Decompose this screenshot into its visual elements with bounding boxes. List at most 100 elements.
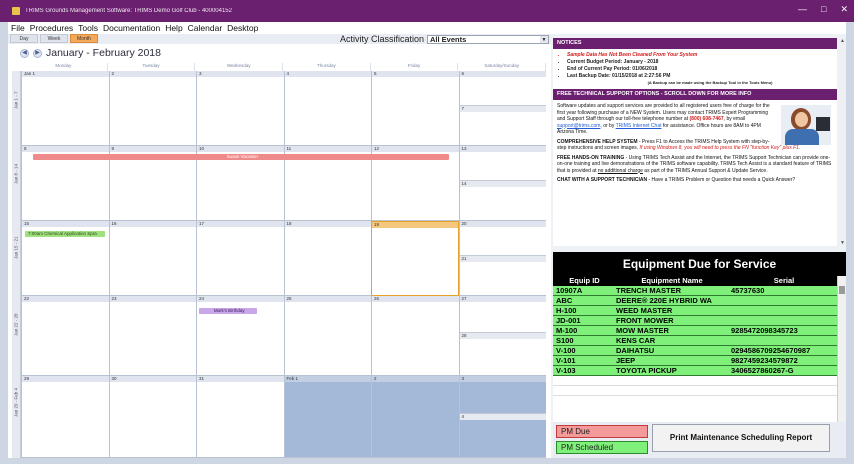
calendar-day[interactable]: 5 xyxy=(371,71,459,146)
calendar-day-sunday[interactable]: 21 xyxy=(459,255,546,296)
internet-chat-link[interactable]: TRIMS Internet Chat xyxy=(616,123,662,129)
calendar-day-sunday[interactable]: 14 xyxy=(459,180,546,221)
column-header[interactable]: Equipment Name xyxy=(613,276,728,286)
equip-name-cell: MOW MASTER xyxy=(616,326,669,335)
menu-help[interactable]: Help xyxy=(165,23,182,33)
maximize-button[interactable]: □ xyxy=(821,4,826,15)
support-email-link[interactable]: support@trims.com xyxy=(557,123,600,129)
equip-name-cell: TOYOTA PICKUP xyxy=(616,366,677,375)
calendar-day[interactable]: 18 xyxy=(283,221,371,296)
calendar-day[interactable]: 3 xyxy=(196,71,284,146)
menu-bar: File Procedures Tools Documentation Help… xyxy=(8,22,846,34)
equipment-title: Equipment Due for Service xyxy=(553,252,846,276)
calendar-day[interactable]: 31 xyxy=(196,376,284,458)
tab-month[interactable]: Month xyxy=(70,34,98,43)
menu-tools[interactable]: Tools xyxy=(78,23,98,33)
event-marks-birthday[interactable]: Mark's Birthday xyxy=(199,308,257,314)
tab-day[interactable]: Day xyxy=(10,34,38,43)
menu-desktop[interactable]: Desktop xyxy=(227,23,258,33)
activity-select[interactable]: All Events ▼ xyxy=(427,34,549,44)
menu-file[interactable]: File xyxy=(11,23,25,33)
next-month-button[interactable]: ▶ xyxy=(33,48,42,58)
support-paragraph: Software updates and support services ar… xyxy=(553,103,837,145)
calendar-day[interactable]: 22 xyxy=(21,296,109,376)
support-text: , by email xyxy=(723,116,746,122)
day-number: 26 xyxy=(372,296,459,302)
equip-name-cell: DEERE® 220E HYBRID WA xyxy=(616,296,712,305)
no-charge-link[interactable]: no additional charge xyxy=(598,168,643,174)
table-row[interactable]: ABC DEERE® 220E HYBRID WA xyxy=(553,296,837,306)
pm-due-legend: PM Due xyxy=(556,425,648,438)
weekday-label: Tuesday xyxy=(108,63,196,71)
day-number: 14 xyxy=(459,181,546,187)
calendar-day-sunday[interactable]: 4 xyxy=(459,413,546,458)
calendar-day[interactable]: 27 28 xyxy=(458,296,546,376)
day-number: 31 xyxy=(197,376,284,382)
calendar-day[interactable]: 30 xyxy=(108,376,196,458)
equipment-scrollbar[interactable] xyxy=(837,276,846,422)
calendar-day[interactable]: Jan 1 xyxy=(21,71,109,146)
table-row[interactable]: 10907A TRENCH MASTER 45737630 xyxy=(553,286,837,296)
event-susan-vacation[interactable]: Susan Vacation xyxy=(33,154,449,160)
column-header[interactable]: Equip ID xyxy=(553,276,613,286)
serial-cell: 0294586709254670987 xyxy=(731,346,811,355)
support-header: FREE TECHNICAL SUPPORT OPTIONS - SCROLL … xyxy=(553,89,837,100)
table-row[interactable]: JD-001 FRONT MOWER xyxy=(553,316,837,326)
calendar-day[interactable]: 16 xyxy=(108,221,196,296)
table-row[interactable]: S100 KENS CAR xyxy=(553,336,837,346)
help-title: COMPREHENSIVE HELP SYSTEM xyxy=(557,138,638,145)
day-number: 24 xyxy=(197,296,284,302)
calendar-week: Jan 29 - Feb 4 29 30 31 Feb 1234 xyxy=(12,376,546,458)
print-report-button[interactable]: Print Maintenance Scheduling Report xyxy=(652,424,830,452)
day-number: 10 xyxy=(197,146,284,152)
calendar-day[interactable]: Feb 1 xyxy=(283,376,371,458)
day-number: 5 xyxy=(372,71,459,77)
scroll-up-icon[interactable]: ▲ xyxy=(839,38,846,44)
table-row[interactable]: V-101 JEEP 982745923457987​2 xyxy=(553,356,837,366)
calendar-day[interactable]: 19 xyxy=(371,221,459,296)
calendar-day[interactable]: 20 21 xyxy=(458,221,546,296)
calendar-day[interactable]: 4 xyxy=(283,71,371,146)
empty-row xyxy=(553,376,837,386)
day-number: 3 xyxy=(197,71,284,77)
calendar-day[interactable]: 2 xyxy=(371,376,459,458)
calendar-day[interactable]: 34 xyxy=(458,376,546,458)
help-note: If using Windows 8, you will need to pre… xyxy=(639,145,801,151)
calendar-day-sunday[interactable]: 7 xyxy=(459,105,546,146)
calendar-day[interactable]: 23 xyxy=(108,296,196,376)
equip-id-cell: ABC xyxy=(556,296,573,305)
menu-calendar[interactable]: Calendar xyxy=(188,23,223,33)
day-number: 17 xyxy=(197,221,284,227)
tab-week[interactable]: Week xyxy=(40,34,68,43)
calendar-day[interactable]: 2 xyxy=(108,71,196,146)
calendar-day[interactable]: 67 xyxy=(458,71,546,146)
week-label-text: Jan 15 - 21 xyxy=(13,235,19,259)
calendar-day[interactable]: 26 xyxy=(371,296,459,376)
scroll-down-icon[interactable]: ▼ xyxy=(839,240,846,246)
calendar-day[interactable]: 17 xyxy=(196,221,284,296)
scroll-thumb[interactable] xyxy=(839,286,845,294)
menu-documentation[interactable]: Documentation xyxy=(103,23,160,33)
equip-name-cell: JEEP xyxy=(616,356,636,365)
menu-procedures[interactable]: Procedures xyxy=(30,23,73,33)
event-chemical-application[interactable]: 7:00am Chemical Application Spra xyxy=(25,231,105,237)
calendar-day[interactable]: 13 14 xyxy=(458,146,546,221)
calendar-day[interactable]: 29 xyxy=(21,376,109,458)
table-row[interactable]: H-100 WEED MASTER xyxy=(553,306,837,316)
training-text: as part of the TRIMS Annual Support & Up… xyxy=(642,167,768,174)
table-row[interactable]: V-103 TOYOTA PICKUP 3406527860267-G xyxy=(553,366,837,376)
table-row[interactable]: V-100 DAIHATSU 0294586709254670987 xyxy=(553,346,837,356)
prev-month-button[interactable]: ◀ xyxy=(20,48,29,58)
chevron-down-icon[interactable]: ▼ xyxy=(540,35,548,43)
minimize-button[interactable]: — xyxy=(798,4,807,15)
table-row[interactable]: M-100 MOW MASTER 9285472098345723 xyxy=(553,326,837,336)
column-header[interactable]: Serial xyxy=(728,276,837,286)
day-number: 16 xyxy=(109,221,196,227)
calendar-day[interactable]: 25 xyxy=(283,296,371,376)
close-button[interactable]: ✕ xyxy=(840,4,848,15)
notice-item: Sample Data Has Not Been Cleaned From Yo… xyxy=(567,52,833,59)
notices-scrollbar[interactable]: ▲ ▼ xyxy=(839,38,846,246)
calendar-day-sunday[interactable]: 28 xyxy=(459,332,546,376)
day-number: 4 xyxy=(459,414,546,420)
week-label: Jan 1 - 7 xyxy=(12,71,21,146)
